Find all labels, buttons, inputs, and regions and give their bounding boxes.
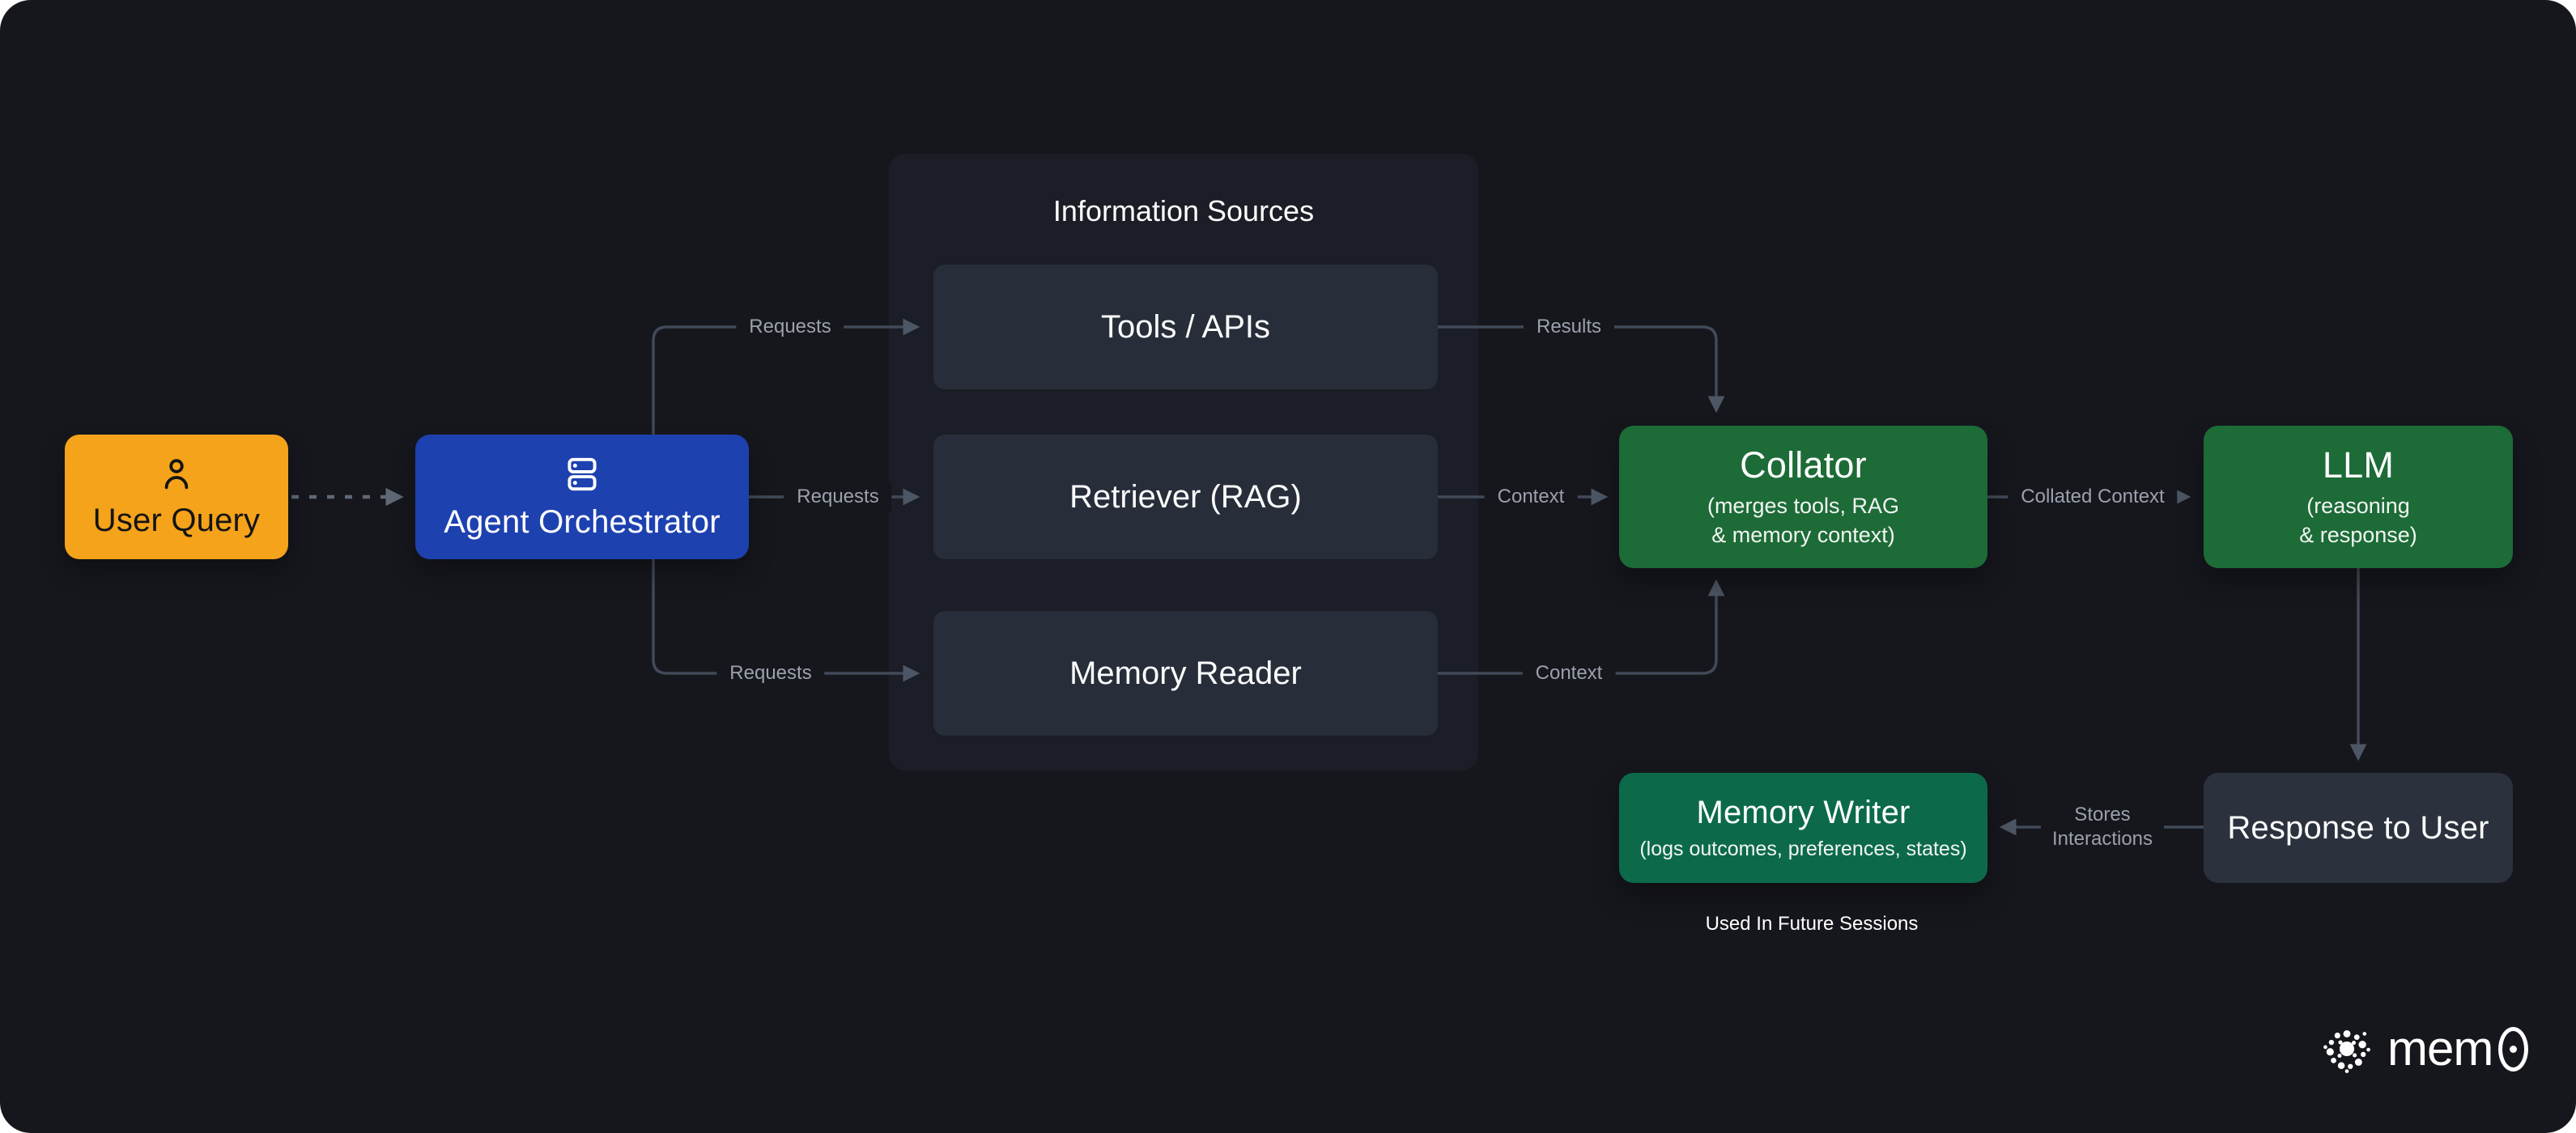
node-user-query: User Query [65,435,288,559]
agent-orchestrator-label: Agent Orchestrator [444,503,721,541]
node-agent-orchestrator: Agent Orchestrator [415,435,749,559]
node-collator: Collator (merges tools, RAG & memory con… [1619,426,1987,568]
edge-label-context-memory: Context [1523,658,1616,689]
mem0-zero-glyph [2498,1027,2528,1071]
diagram-canvas: Information Sources Tools / APIs Retriev… [0,0,2576,1133]
connector-lines [0,0,2576,1133]
response-to-user-label: Response to User [2227,809,2489,847]
mem0-wordmark: mem [2387,1025,2528,1073]
edge-label-stores-interactions: Stores Interactions [2041,798,2164,856]
edge-label-requests-memory: Requests [716,658,824,689]
server-icon [561,453,603,495]
retriever-rag-label: Retriever (RAG) [1069,479,1302,516]
node-retriever-rag: Retriever (RAG) [933,435,1438,559]
node-llm: LLM (reasoning & response) [2204,426,2513,568]
user-query-label: User Query [93,502,261,539]
edge-label-requests-retriever: Requests [784,482,891,512]
llm-label: LLM [2323,444,2394,486]
llm-sublabel: (reasoning & response) [2299,492,2417,550]
node-response-to-user: Response to User [2204,773,2513,883]
node-memory-reader: Memory Reader [933,611,1438,736]
mem0-logo: mem [2319,1021,2528,1076]
user-icon [157,455,196,494]
edge-label-results: Results [1524,312,1614,342]
memory-writer-sublabel: (logs outcomes, preferences, states) [1639,836,1966,863]
memory-writer-label: Memory Writer [1696,794,1910,831]
edge-label-requests-tools: Requests [736,312,844,342]
note-used-in-future-sessions: Used In Future Sessions [1706,913,1919,936]
node-tools-apis: Tools / APIs [933,265,1438,389]
node-memory-writer: Memory Writer (logs outcomes, preference… [1619,773,1987,883]
memory-reader-label: Memory Reader [1069,656,1302,692]
edge-label-collated-context: Collated Context [2008,482,2177,512]
edge-label-context-retriever: Context [1485,482,1578,512]
edge-orchestrator-to-memory-reader [653,559,915,673]
tools-apis-label: Tools / APIs [1101,309,1270,346]
collator-sublabel: (merges tools, RAG & memory context) [1707,492,1899,550]
edge-orchestrator-to-tools [653,327,915,435]
collator-label: Collator [1740,444,1867,486]
mem0-dots-icon [2319,1021,2374,1076]
